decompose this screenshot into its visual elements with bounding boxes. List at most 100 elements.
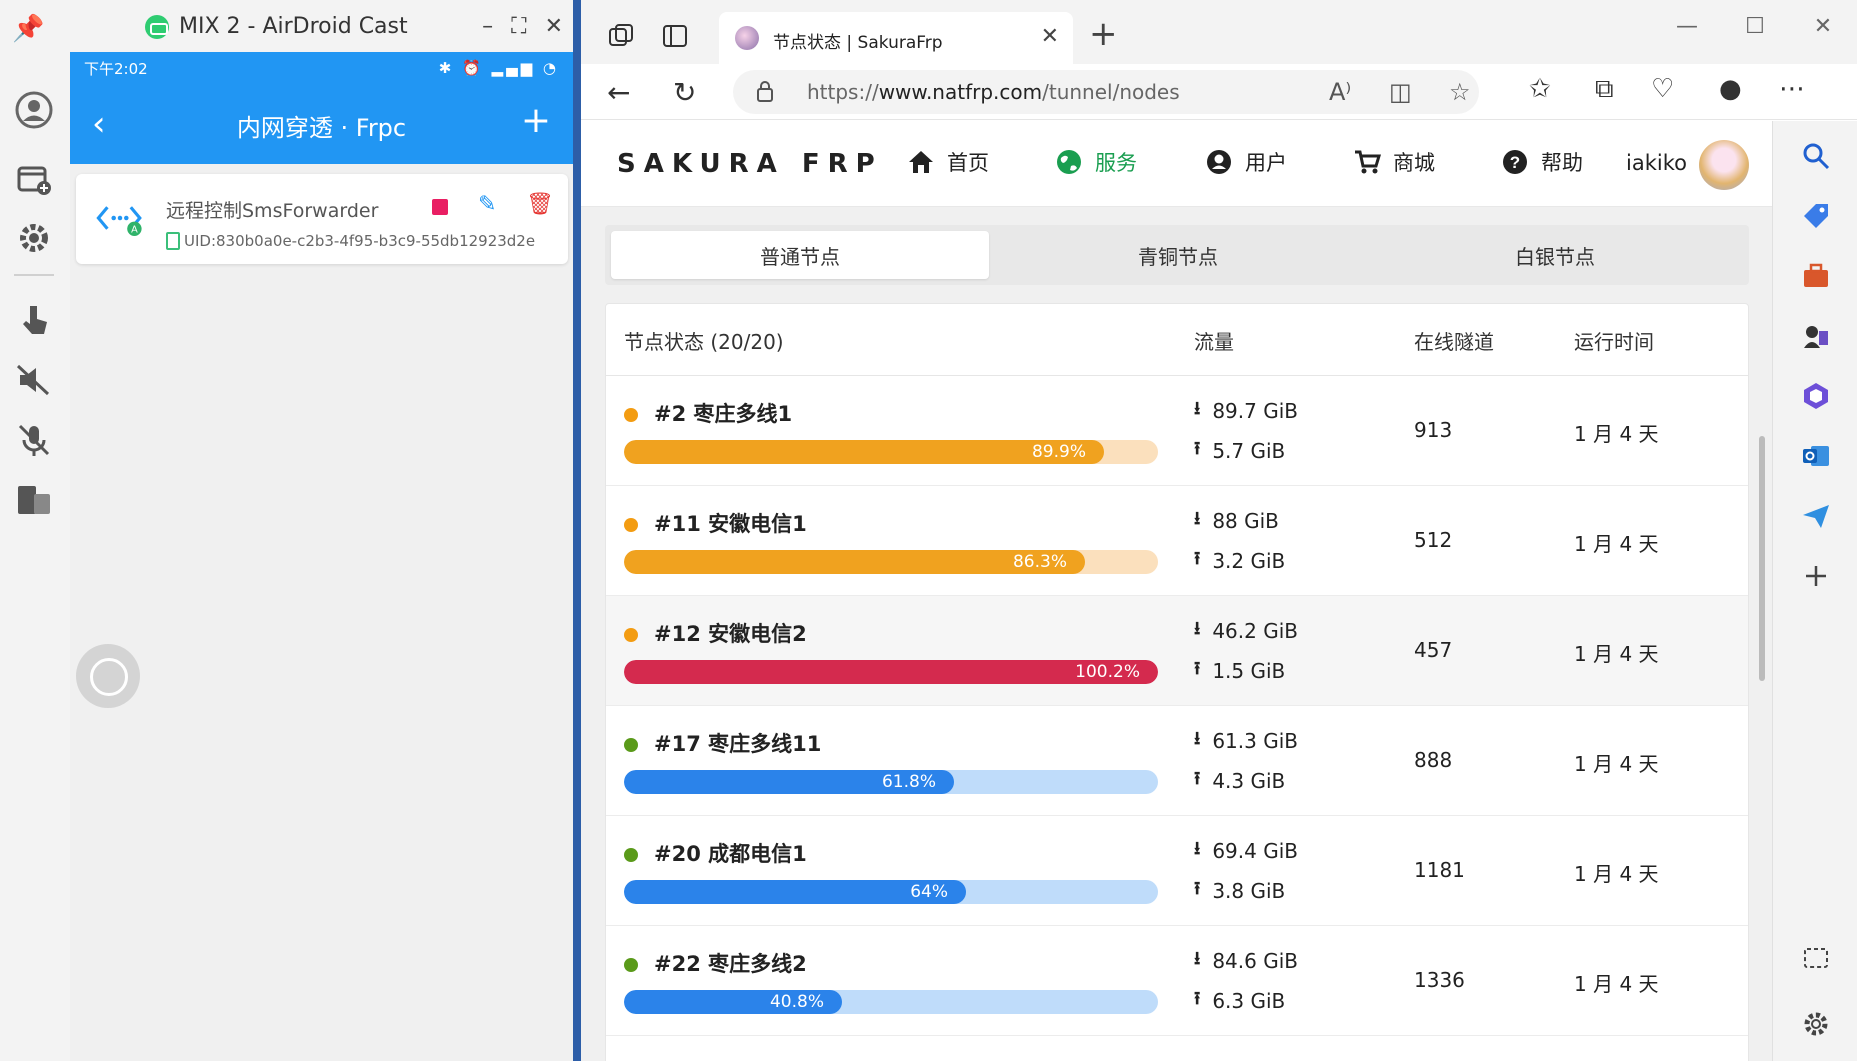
cart-icon — [1355, 150, 1381, 174]
upload-icon: ⭱ — [1194, 438, 1201, 459]
uptime: 1 月 4 天 — [1574, 862, 1659, 886]
outlook-icon[interactable] — [1801, 441, 1831, 471]
nav-user[interactable]: 用户 — [1205, 147, 1287, 177]
download-icon: ⭳ — [1194, 838, 1201, 859]
mute-mic-icon[interactable] — [12, 418, 56, 462]
pin-icon[interactable]: 📌 — [12, 14, 44, 44]
download-traffic: ⭳ 89.7 GiB — [1194, 396, 1298, 426]
tunnel-card[interactable]: A 远程控制SmsForwarder UID:830b0a0e-c2b3-4f9… — [76, 174, 568, 264]
nav-services-label: 服务 — [1095, 151, 1137, 175]
home-icon — [909, 151, 933, 173]
site-logo[interactable]: SAKURA FRP — [617, 149, 883, 179]
uptime: 1 月 4 天 — [1574, 752, 1659, 776]
url-field[interactable]: https://www.natfrp.com/tunnel/nodes A⁾ ◫… — [733, 70, 1479, 114]
screenshot-icon[interactable] — [1801, 943, 1831, 973]
delete-icon[interactable]: 🗑 — [526, 192, 554, 217]
close-window-button[interactable]: ✕ — [1789, 14, 1857, 39]
header-uptime: 运行时间 — [1574, 330, 1654, 354]
tab-normal-nodes[interactable]: 普通节点 — [611, 231, 989, 279]
more-options-icon[interactable]: ⋯ — [1779, 74, 1805, 104]
mute-speaker-icon[interactable] — [12, 358, 56, 402]
refresh-icon[interactable]: ↻ — [673, 76, 696, 109]
node-name[interactable]: #12 安徽电信2 — [654, 618, 807, 648]
settings-icon[interactable] — [12, 216, 56, 260]
microsoft-365-icon[interactable] — [1801, 381, 1831, 411]
devices-icon[interactable] — [12, 478, 56, 522]
status-time: 下午2:02 — [84, 59, 148, 78]
page-scrollbar[interactable] — [1759, 436, 1765, 681]
download-traffic: ⭳ 61.3 GiB — [1194, 726, 1298, 756]
node-type-tabs: 普通节点 青铜节点 白银节点 — [605, 225, 1749, 285]
copy-icon[interactable] — [166, 232, 180, 250]
maximize-button[interactable]: ☐ — [1721, 14, 1789, 39]
app-title: 内网穿透 · Frpc — [236, 114, 407, 142]
node-name[interactable]: #20 成都电信1 — [654, 838, 807, 868]
download-icon: ⭳ — [1194, 728, 1201, 749]
back-icon[interactable]: ← — [607, 76, 630, 109]
online-tunnels: 913 — [1414, 418, 1453, 442]
status-dot — [624, 738, 638, 752]
status-dot — [624, 518, 638, 532]
favorites-icon[interactable]: ✩ — [1529, 74, 1551, 104]
edit-icon[interactable]: ✎ — [478, 192, 496, 217]
read-aloud-icon[interactable]: A⁾ — [1329, 78, 1351, 106]
globe-icon — [1057, 150, 1081, 174]
active-tab[interactable]: 节点状态 | SakuraFrp ✕ — [719, 12, 1073, 64]
svg-text:A: A — [131, 224, 138, 235]
close-tab-icon[interactable]: ✕ — [1041, 24, 1059, 49]
collections-icon[interactable]: ⧉ — [1595, 74, 1614, 105]
games-icon[interactable] — [1801, 321, 1831, 351]
favorite-star-icon[interactable]: ☆ — [1449, 78, 1471, 106]
add-icon[interactable] — [1801, 561, 1831, 591]
node-status-table: 节点状态 (20/20) 流量 在线隧道 运行时间 #2 枣庄多线1 89.9%… — [605, 303, 1749, 1061]
floating-button[interactable] — [76, 644, 140, 708]
download-icon: ⭳ — [1194, 508, 1201, 529]
browser-essentials-icon[interactable]: ♡ — [1651, 74, 1674, 104]
send-icon[interactable] — [1801, 501, 1831, 531]
download-traffic: ⭳ 46.2 GiB — [1194, 616, 1298, 646]
workspaces-icon[interactable] — [607, 22, 635, 50]
download-value: 84.6 GiB — [1212, 949, 1298, 973]
status-icons: ✱ ⏰ ▂▄▆ ◔ — [438, 59, 559, 77]
split-screen-icon[interactable]: ◫ — [1389, 78, 1412, 106]
search-icon[interactable] — [1801, 141, 1831, 171]
node-name[interactable]: #17 枣庄多线11 — [654, 728, 821, 758]
touch-icon[interactable] — [12, 298, 56, 342]
username[interactable]: iakiko — [1626, 151, 1687, 175]
user-icon[interactable] — [12, 88, 56, 132]
phone-app-bar: ‹ 内网穿透 · Frpc + — [70, 84, 573, 164]
phone-status-bar: 下午2:02 ✱ ⏰ ▂▄▆ ◔ — [70, 52, 573, 84]
node-name[interactable]: #11 安徽电信1 — [654, 508, 807, 538]
shopping-tag-icon[interactable] — [1801, 201, 1831, 231]
load-percent: 40.8% — [769, 992, 824, 1012]
tab-bronze-nodes[interactable]: 青铜节点 — [989, 231, 1367, 279]
node-name[interactable]: #22 枣庄多线2 — [654, 948, 807, 978]
add-window-icon[interactable] — [12, 158, 56, 202]
fullscreen-button[interactable]: ⛶ — [511, 14, 526, 39]
vertical-tabs-icon[interactable] — [661, 22, 689, 50]
tab-silver-nodes[interactable]: 白银节点 — [1367, 231, 1743, 279]
nav-help[interactable]: ? 帮助 — [1501, 147, 1583, 177]
profile-icon[interactable]: ● — [1719, 74, 1742, 104]
node-name[interactable]: #2 枣庄多线1 — [654, 398, 792, 428]
nav-services[interactable]: 服务 — [1055, 147, 1137, 177]
address-bar: ← ↻ https://www.natfrp.com/tunnel/nodes … — [581, 64, 1857, 120]
download-traffic: ⭳ 84.6 GiB — [1194, 946, 1298, 976]
close-button[interactable]: ✕ — [545, 14, 563, 39]
load-percent: 100.2% — [1075, 662, 1140, 682]
add-icon[interactable]: + — [521, 100, 551, 141]
minimize-button[interactable]: – — [482, 14, 493, 39]
new-tab-button[interactable]: + — [1089, 14, 1118, 54]
header-node-status: 节点状态 (20/20) — [624, 330, 784, 354]
airdroid-title-text: MIX 2 - AirDroid Cast — [179, 14, 408, 39]
nav-home[interactable]: 首页 — [907, 147, 989, 177]
minimize-button[interactable]: — — [1653, 14, 1721, 39]
avatar[interactable] — [1699, 140, 1749, 190]
load-bar: 86.3% — [624, 550, 1158, 574]
tools-icon[interactable] — [1801, 261, 1831, 291]
lock-icon[interactable] — [755, 79, 775, 103]
stop-button[interactable] — [432, 199, 448, 215]
sidebar-settings-icon[interactable] — [1801, 1009, 1831, 1039]
upload-traffic: ⭱ 3.8 GiB — [1194, 876, 1285, 906]
nav-shop[interactable]: 商城 — [1353, 147, 1435, 177]
